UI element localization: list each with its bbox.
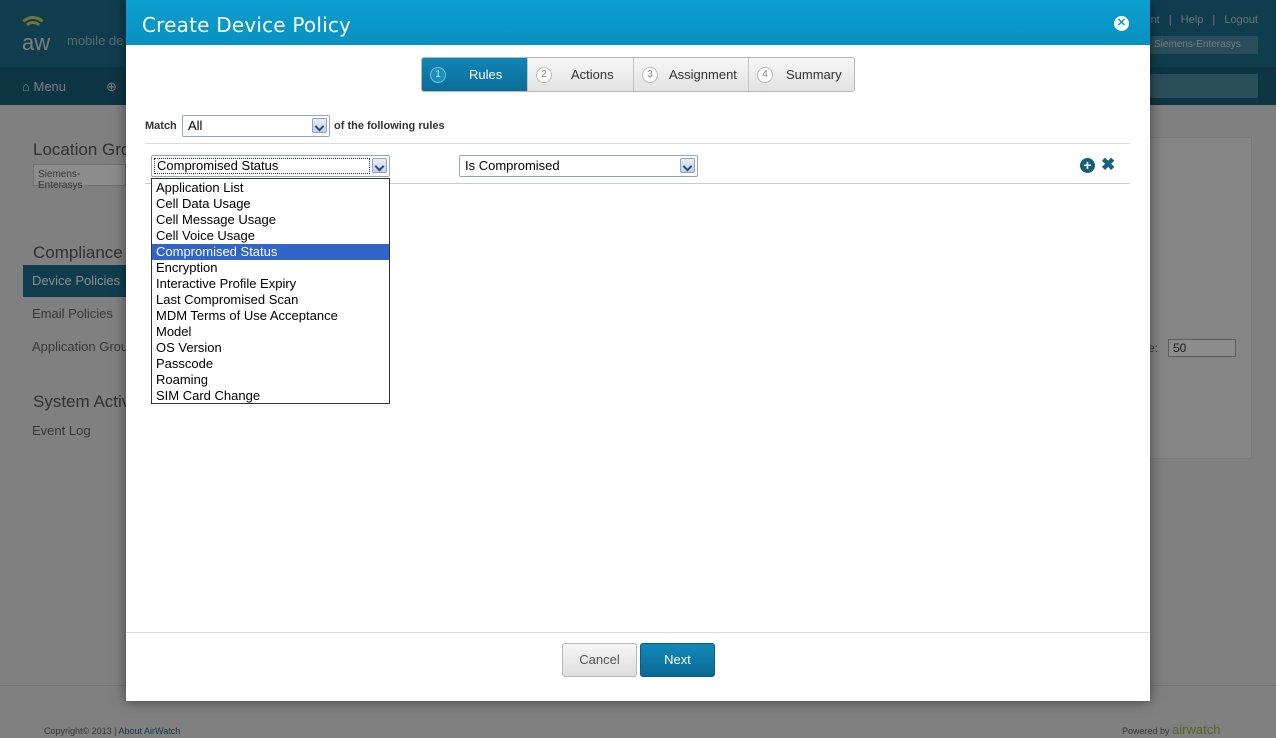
- step-summary[interactable]: 4 Summary: [748, 58, 854, 91]
- cancel-button[interactable]: Cancel: [562, 643, 637, 677]
- step-label: Assignment: [669, 67, 737, 82]
- dialog-title: Create Device Policy: [142, 13, 352, 37]
- following-rules-label: of the following rules: [334, 120, 445, 132]
- dropdown-option[interactable]: Interactive Profile Expiry: [152, 276, 389, 292]
- rule-condition-select[interactable]: Is Compromised: [459, 155, 698, 177]
- match-select-value: All: [188, 118, 203, 133]
- chevron-down-icon: [312, 118, 327, 133]
- dropdown-option[interactable]: OS Version: [152, 340, 389, 356]
- dropdown-option[interactable]: MDM Terms of Use Acceptance: [152, 308, 389, 324]
- rule-divider: [145, 143, 1130, 144]
- step-label: Rules: [469, 67, 503, 82]
- dropdown-option-selected[interactable]: Compromised Status: [152, 244, 389, 260]
- dropdown-option[interactable]: Model: [152, 324, 389, 340]
- step-number: 3: [642, 67, 658, 83]
- next-button[interactable]: Next: [640, 643, 715, 677]
- chevron-down-icon: [372, 158, 387, 173]
- step-label: Summary: [786, 67, 842, 82]
- dropdown-option[interactable]: SIM Card Change: [152, 388, 389, 404]
- dropdown-option[interactable]: Cell Voice Usage: [152, 228, 389, 244]
- step-number: 2: [536, 67, 552, 83]
- rule-attribute-select[interactable]: Compromised Status: [151, 155, 390, 177]
- dropdown-option[interactable]: Cell Message Usage: [152, 212, 389, 228]
- create-device-policy-dialog: Create Device Policy ✕ 1 Rules 2 Actions…: [126, 0, 1150, 701]
- dialog-header: Create Device Policy ✕: [126, 0, 1150, 45]
- add-rule-icon[interactable]: +: [1080, 158, 1095, 173]
- step-label: Actions: [571, 67, 614, 82]
- step-rules[interactable]: 1 Rules: [422, 58, 527, 91]
- dropdown-option[interactable]: Encryption: [152, 260, 389, 276]
- rule-condition-value: Is Compromised: [465, 158, 560, 173]
- dropdown-option[interactable]: Cell Data Usage: [152, 196, 389, 212]
- wizard-steps: 1 Rules 2 Actions 3 Assignment 4 Summary: [421, 57, 855, 92]
- match-label: Match: [145, 120, 177, 132]
- delete-rule-icon[interactable]: ✖: [1101, 155, 1115, 175]
- focus-ring: [154, 158, 370, 174]
- step-actions[interactable]: 2 Actions: [527, 58, 633, 91]
- chevron-down-icon: [680, 158, 695, 173]
- step-number: 4: [757, 67, 773, 83]
- close-icon[interactable]: ✕: [1114, 16, 1129, 31]
- footer-divider: [126, 632, 1150, 633]
- dropdown-option[interactable]: Roaming: [152, 372, 389, 388]
- step-number: 1: [430, 67, 446, 83]
- attribute-dropdown-list: Application List Cell Data Usage Cell Me…: [151, 178, 390, 404]
- step-assignment[interactable]: 3 Assignment: [633, 58, 748, 91]
- match-select[interactable]: All: [182, 115, 330, 137]
- dropdown-option[interactable]: Application List: [152, 180, 389, 196]
- dropdown-option[interactable]: Passcode: [152, 356, 389, 372]
- dropdown-option[interactable]: Last Compromised Scan: [152, 292, 389, 308]
